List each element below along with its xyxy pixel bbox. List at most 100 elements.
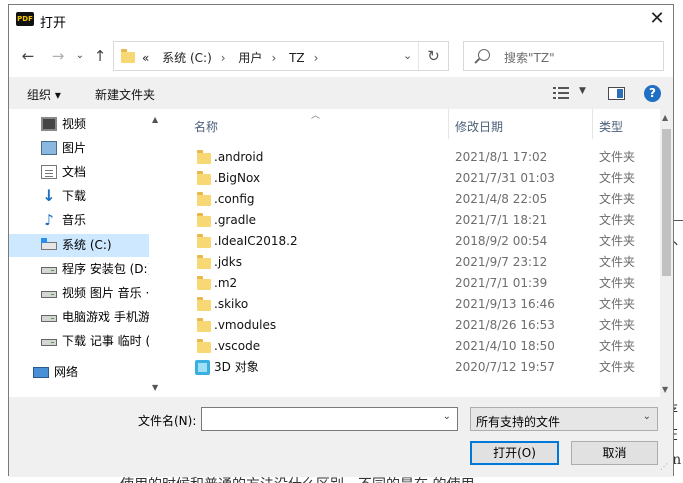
drive-icon: [41, 291, 57, 298]
folder-icon: [197, 339, 211, 353]
file-name: .gradle: [214, 213, 257, 227]
file-row[interactable]: .IdeaIC2018.2 2018/9/2 00:54 文件夹: [172, 231, 660, 252]
open-button[interactable]: 打开(O): [470, 441, 559, 465]
sidebar-item-system-drive[interactable]: 系统 (C:): [9, 234, 149, 257]
file-row[interactable]: .BigNox 2021/7/31 01:03 文件夹: [172, 168, 660, 189]
file-row[interactable]: .skiko 2021/9/13 16:46 文件夹: [172, 294, 660, 315]
file-date: 2021/8/1 17:02: [455, 150, 548, 164]
sort-ascending-icon: ︿: [311, 111, 321, 121]
cancel-button[interactable]: 取消: [571, 441, 658, 465]
folder-icon: [197, 192, 211, 206]
chevron-right-icon[interactable]: ›: [314, 51, 319, 65]
up-arrow-icon[interactable]: ↑: [91, 47, 109, 65]
view-dropdown-icon[interactable]: ▼: [579, 86, 586, 96]
chevron-right-icon[interactable]: ›: [221, 51, 226, 65]
file-name: .m2: [214, 276, 238, 290]
search-box[interactable]: 搜索"TZ": [463, 41, 664, 71]
file-name: 3D 对象: [214, 360, 259, 374]
resize-grip-icon[interactable]: ⋰: [660, 463, 670, 474]
folder-icon: [197, 213, 211, 227]
folder-icon: [197, 171, 211, 185]
column-header-type[interactable]: 类型: [599, 118, 623, 135]
scroll-up-icon[interactable]: ▲: [662, 113, 668, 122]
drive-icon: [41, 267, 57, 274]
command-toolbar: 组织 ▾ 新建文件夹 ▼ ?: [9, 77, 673, 109]
sidebar-item-label: 文档: [62, 165, 87, 179]
sidebar-item-downloads[interactable]: ↓ 下载: [9, 185, 149, 208]
sidebar-item-drive-media[interactable]: 视频 图片 音乐 ·: [9, 282, 149, 305]
close-button[interactable]: ✕: [643, 5, 671, 33]
column-header-name[interactable]: 名称: [194, 118, 218, 135]
video-folder-icon: [41, 117, 57, 131]
file-name: .jdks: [214, 255, 242, 269]
file-name: .skiko: [214, 297, 249, 311]
address-bar[interactable]: « 系统 (C:) › 用户 › TZ › ⌄ ↻: [113, 41, 449, 71]
file-row[interactable]: .jdks 2021/9/7 23:12 文件夹: [172, 252, 660, 273]
chevron-down-icon: ⌄: [642, 411, 651, 422]
file-name: .android: [214, 150, 264, 164]
sidebar-item-label: 网络: [54, 365, 79, 379]
file-row[interactable]: .m2 2021/7/1 01:39 文件夹: [172, 273, 660, 294]
scroll-down-icon[interactable]: ▼: [662, 385, 668, 394]
documents-folder-icon: [41, 165, 57, 179]
sidebar-item-documents[interactable]: 文档: [9, 161, 149, 184]
sidebar-item-label: 程序 安装包 (D:): [62, 262, 149, 276]
file-type-filter[interactable]: 所有支持的文件 ⌄: [470, 407, 658, 431]
file-list-scrollbar[interactable]: ▲ ▼: [660, 109, 673, 397]
chevron-down-icon[interactable]: ⌄: [443, 411, 451, 422]
file-row[interactable]: .vscode 2021/4/10 18:50 文件夹: [172, 336, 660, 357]
sidebar-item-drive-temp[interactable]: 下载 记事 临时 (: [9, 330, 149, 353]
refresh-icon[interactable]: ↻: [418, 42, 448, 70]
chevron-right-icon[interactable]: ›: [271, 51, 276, 65]
file-date: 2021/4/8 22:05: [455, 192, 548, 206]
file-row[interactable]: .gradle 2021/7/1 18:21 文件夹: [172, 210, 660, 231]
organize-menu-button[interactable]: 组织 ▾: [27, 86, 61, 103]
sidebar-item-label: 系统 (C:): [62, 238, 112, 252]
file-type: 文件夹: [599, 297, 636, 311]
sidebar-item-network[interactable]: 网络: [9, 361, 149, 384]
back-arrow-icon[interactable]: ←: [19, 47, 37, 65]
file-date: 2021/8/26 16:53: [455, 318, 555, 332]
address-history-dropdown-icon[interactable]: ⌄: [403, 49, 412, 62]
breadcrumb: « 系统 (C:) › 用户 › TZ ›: [142, 49, 327, 66]
preview-pane-icon[interactable]: [608, 87, 625, 100]
breadcrumb-item[interactable]: TZ: [289, 51, 305, 65]
sidebar-item-drive-d[interactable]: 程序 安装包 (D:): [9, 258, 149, 281]
sidebar-item-drive-games[interactable]: 电脑游戏 手机游: [9, 306, 149, 329]
scrollbar-thumb[interactable]: [662, 129, 671, 276]
breadcrumb-item[interactable]: 系统 (C:): [162, 51, 212, 65]
sidebar-item-videos[interactable]: 视频: [9, 113, 149, 136]
search-icon: [478, 49, 490, 61]
file-type: 文件夹: [599, 213, 636, 227]
sidebar-item-pictures[interactable]: 图片: [9, 137, 149, 160]
download-arrow-icon: ↓: [42, 186, 56, 205]
help-icon[interactable]: ?: [644, 85, 661, 102]
forward-arrow-icon[interactable]: →: [49, 47, 67, 65]
sidebar-item-music[interactable]: ♪ 音乐: [9, 209, 149, 232]
file-type: 文件夹: [599, 150, 636, 164]
scroll-up-icon[interactable]: ▲: [152, 115, 158, 124]
file-row[interactable]: .config 2021/4/8 22:05 文件夹: [172, 189, 660, 210]
file-row[interactable]: .android 2021/8/1 17:02 文件夹: [172, 147, 660, 168]
breadcrumb-overflow[interactable]: «: [142, 51, 149, 65]
file-row[interactable]: .vmodules 2021/8/26 16:53 文件夹: [172, 315, 660, 336]
recent-dropdown-icon[interactable]: ⌄: [71, 47, 89, 65]
network-icon: [33, 367, 49, 378]
file-row[interactable]: 3D 对象 2020/7/12 19:57 文件夹: [172, 357, 660, 378]
filename-input[interactable]: ⌄: [201, 407, 458, 431]
sidebar-item-label: 图片: [62, 141, 87, 155]
file-type: 文件夹: [599, 255, 636, 269]
view-options-icon[interactable]: [553, 87, 569, 99]
breadcrumb-item[interactable]: 用户: [238, 51, 262, 65]
sidebar-item-label: 音乐: [62, 213, 87, 227]
scroll-down-icon[interactable]: ▼: [152, 383, 158, 392]
column-divider[interactable]: [592, 109, 593, 139]
folder-icon: [197, 255, 211, 269]
system-drive-icon: [41, 238, 57, 250]
new-folder-button[interactable]: 新建文件夹: [95, 86, 155, 103]
column-header-date[interactable]: 修改日期: [455, 118, 503, 135]
file-name: .BigNox: [214, 171, 261, 185]
folder-icon: [197, 318, 211, 332]
column-divider[interactable]: [448, 109, 449, 139]
sidebar-scrollbar[interactable]: ▲ ▼: [149, 109, 164, 397]
